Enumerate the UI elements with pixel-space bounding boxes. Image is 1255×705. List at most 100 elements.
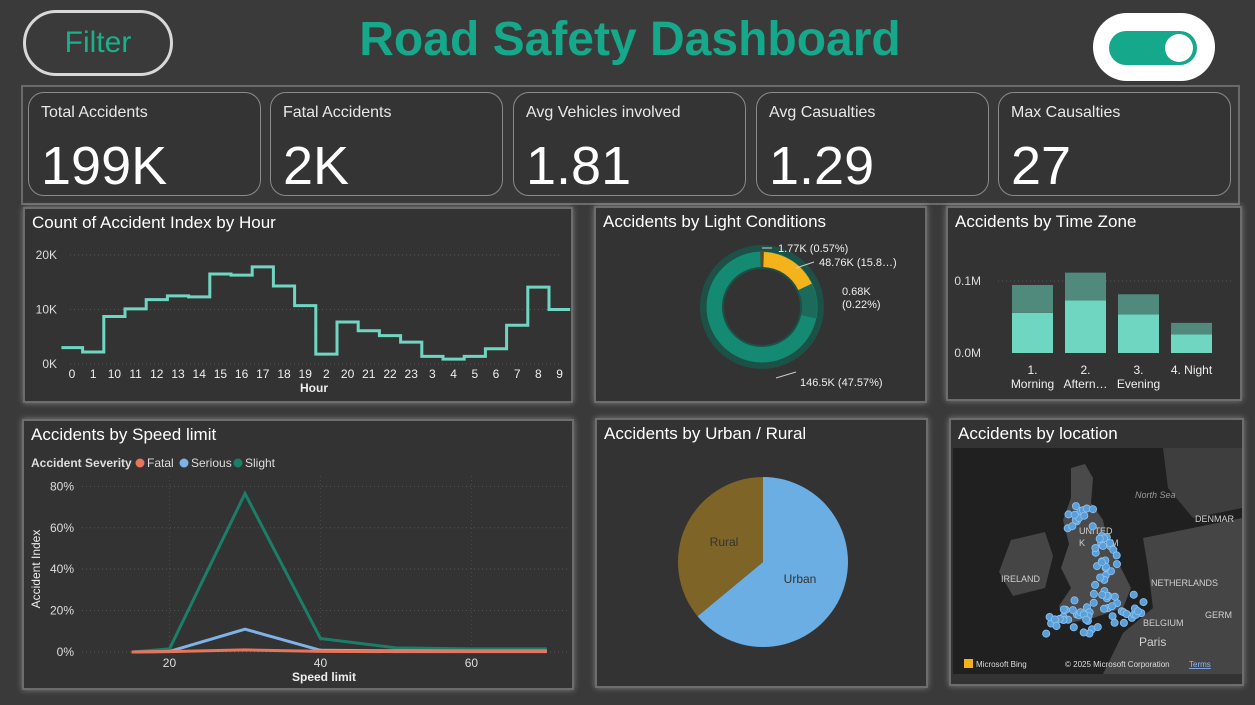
y-tick-label: 0K [42, 357, 57, 371]
x-tick-label: 6 [493, 367, 500, 381]
kpi-label: Max Causalties [1011, 104, 1121, 121]
x-tick-label: 7 [514, 367, 521, 381]
x-tick-label: 23 [405, 367, 419, 381]
x-tick-label: 0 [69, 367, 76, 381]
bar-upper [1012, 285, 1053, 313]
light-chart-card[interactable]: Accidents by Light Conditions 1.77K (0.5… [594, 206, 927, 403]
accident-marker [1091, 544, 1100, 553]
x-tick-label: 5 [471, 367, 478, 381]
kpi-label: Total Accidents [41, 104, 148, 121]
kpi-value: 1.81 [526, 136, 632, 196]
speed-limit-chart: Accident Severity Fatal Serious Slight 0% 20%… [29, 456, 569, 684]
x-tick-label: 16 [235, 367, 249, 381]
y-tick-label: 20K [36, 248, 57, 262]
map-label: DENMAR [1195, 514, 1235, 524]
map-label: GERM [1205, 610, 1232, 620]
speed-chart-card[interactable]: Accidents by Speed limit Accident Severi… [22, 419, 574, 690]
legend-title: Accident Severity [31, 456, 132, 470]
slice-label: Rural [710, 535, 739, 549]
x-tick-label: 2 [323, 367, 330, 381]
timezone-chart: 0.1M 0.0M 1.Morning 2.Aftern… 3.Evening 4. Ni… [954, 272, 1233, 391]
accident-marker [1099, 604, 1108, 613]
x-tick-label: 15 [214, 367, 228, 381]
y-tick-label: 40% [50, 562, 74, 576]
kpi-label: Avg Casualties [769, 104, 876, 121]
map-label: K [1079, 538, 1085, 548]
map-card[interactable]: Accidents by location North Sea UNITED K… [949, 418, 1244, 686]
bar-lower [1171, 334, 1212, 353]
map-canvas[interactable]: North Sea UNITED K M IRELAND NETHERLANDS… [953, 448, 1242, 674]
dashboard-title: Road Safety Dashboard [359, 13, 901, 66]
accident-marker [1052, 622, 1061, 631]
x-tick-label: 19 [299, 367, 313, 381]
light-conditions-chart: 1.77K (0.57%) 48.76K (15.8…) 0.68K(0.22%) 1… [700, 243, 897, 389]
filter-button[interactable]: Filter [23, 10, 173, 76]
accident-marker [1089, 598, 1098, 607]
accident-marker [1107, 602, 1116, 611]
location-map: North Sea UNITED K M IRELAND NETHERLANDS… [964, 448, 1242, 674]
map-label: BELGIUM [1143, 618, 1184, 628]
accident-marker [1071, 502, 1080, 511]
timezone-chart-card[interactable]: Accidents by Time Zone 0.1M 0.0M 1. Morning… [946, 206, 1242, 401]
accident-marker [1093, 623, 1102, 632]
x-tick-label: 13 [171, 367, 185, 381]
kpi-value: 2K [283, 136, 350, 196]
x-tick-label: 3. [1133, 363, 1143, 377]
x-tick-label: 8 [535, 367, 542, 381]
x-tick-label: Morning [1011, 377, 1054, 391]
hour-chart: 0K 10K 20K 0 1 10 11 12 13 14 15 16 17 18 19 2 20 21 22 23 3… [36, 248, 571, 395]
accident-marker [1105, 539, 1114, 548]
accident-marker [1080, 511, 1089, 520]
bar-upper [1171, 322, 1212, 335]
slice-label: Urban [784, 572, 817, 586]
x-tick-label: 17 [256, 367, 270, 381]
kpi-label: Avg Vehicles involved [526, 104, 681, 121]
accident-marker [1042, 629, 1051, 638]
accident-marker [1091, 580, 1100, 589]
kpi-card-avg-vehicles: Avg Vehicles involved 1.81 [513, 92, 746, 196]
accident-marker [1098, 541, 1107, 550]
accident-marker [1088, 522, 1097, 531]
toggle-knob [1165, 34, 1193, 62]
x-tick-label: 3 [429, 367, 436, 381]
map-terms-link[interactable]: Terms [1189, 660, 1211, 669]
accident-marker [1096, 573, 1105, 582]
kpi-card-fatal-accidents: Fatal Accidents 2K [270, 92, 503, 196]
kpi-value: 27 [1011, 136, 1072, 196]
slice-label: 48.76K (15.8…) [819, 257, 897, 269]
accident-marker [1139, 598, 1148, 607]
accident-marker [1070, 510, 1079, 519]
x-tick-label: 18 [277, 367, 291, 381]
accident-marker [1068, 522, 1077, 531]
bing-logo-icon [964, 659, 973, 668]
x-axis-label: Hour [300, 381, 328, 395]
x-tick-label: 21 [362, 367, 376, 381]
slice-label: (0.22%) [842, 299, 881, 311]
hour-chart-card[interactable]: Count of Accident Index by Hour 0K 10K 20K… [23, 207, 573, 403]
accident-marker [1110, 592, 1119, 601]
legend-marker [233, 458, 243, 468]
accident-marker [1079, 628, 1088, 637]
urban-chart-card[interactable]: Accidents by Urban / Rural Urban Rural [595, 418, 928, 688]
accident-marker [1068, 606, 1077, 615]
donut-hole [724, 269, 800, 345]
accident-marker [1108, 612, 1117, 621]
y-tick-label: 80% [50, 479, 74, 493]
accident-marker [1070, 596, 1079, 605]
accident-marker [1098, 590, 1107, 599]
legend-label: Slight [245, 456, 276, 470]
y-tick-label: 60% [50, 521, 74, 535]
accident-marker [1112, 551, 1121, 560]
accident-marker [1112, 560, 1121, 569]
x-tick-label: 20 [341, 367, 355, 381]
x-tick-label: 9 [556, 367, 563, 381]
hour-series-line [61, 265, 571, 361]
x-tick-label: Evening [1117, 377, 1160, 391]
x-tick-label: 4. Night [1171, 363, 1213, 377]
theme-toggle[interactable] [1093, 13, 1215, 81]
land-scandinavia [1163, 448, 1242, 518]
bar-upper [1065, 272, 1106, 301]
x-tick-label: 40 [314, 656, 328, 670]
x-tick-label: 10 [108, 367, 122, 381]
accident-marker [1069, 623, 1078, 632]
